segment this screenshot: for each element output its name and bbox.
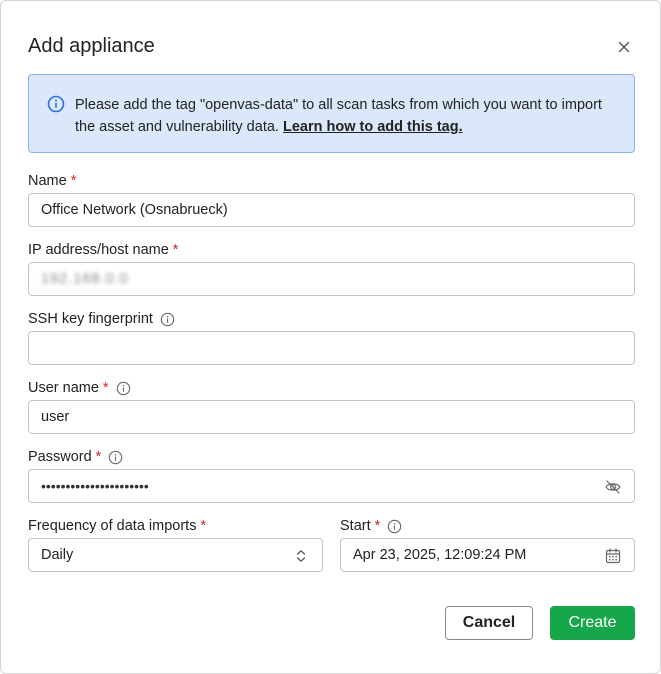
name-label-text: Name [28, 173, 67, 189]
info-outline-icon[interactable] [387, 519, 402, 534]
required-marker: * [70, 173, 77, 189]
ssh-fingerprint-input[interactable] [28, 331, 635, 365]
password-label-text: Password [28, 449, 92, 465]
info-notice-text: Please add the tag "openvas-data" to all… [75, 94, 615, 138]
create-button[interactable]: Create [550, 606, 635, 640]
info-outline-icon[interactable] [108, 450, 123, 465]
ssh-label-text: SSH key fingerprint [28, 311, 153, 327]
learn-more-link[interactable]: Learn how to add this tag. [283, 119, 463, 135]
frequency-select[interactable]: Daily [28, 538, 323, 572]
dialog-title: Add appliance [28, 35, 155, 57]
name-label: Name * [28, 173, 76, 189]
frequency-select-value: Daily [41, 547, 74, 563]
info-notice: Please add the tag "openvas-data" to all… [28, 74, 635, 153]
info-circle-icon [47, 95, 65, 113]
frequency-label-text: Frequency of data imports [28, 518, 197, 534]
chevron-up-down-icon [296, 550, 306, 562]
required-marker: * [172, 242, 179, 258]
user-name-input[interactable]: user [28, 400, 635, 434]
close-icon [618, 41, 630, 53]
name-input-value: Office Network (Osnabrueck) [41, 202, 228, 218]
close-button[interactable] [613, 36, 635, 58]
add-appliance-dialog: Add appliance Please add the tag "openva… [0, 0, 661, 674]
password-input-value: •••••••••••••••••••••• [41, 478, 149, 494]
eye-off-icon[interactable] [604, 478, 622, 496]
host-label: IP address/host name * [28, 242, 178, 258]
name-input[interactable]: Office Network (Osnabrueck) [28, 193, 635, 227]
user-input-value: user [41, 409, 70, 425]
info-outline-icon[interactable] [116, 381, 131, 396]
user-label-text: User name [28, 380, 99, 396]
start-label-text: Start [340, 518, 371, 534]
frequency-label: Frequency of data imports * [28, 518, 206, 534]
user-label: User name * [28, 380, 131, 396]
ssh-label: SSH key fingerprint [28, 311, 175, 327]
password-label: Password * [28, 449, 123, 465]
required-marker: * [200, 518, 207, 534]
calendar-icon[interactable] [604, 547, 622, 565]
password-input[interactable]: •••••••••••••••••••••• [28, 469, 635, 503]
host-input[interactable]: 192.168.0.0 [28, 262, 635, 296]
required-marker: * [102, 380, 109, 396]
start-datetime-input[interactable]: Apr 23, 2025, 12:09:24 PM [340, 538, 635, 572]
info-outline-icon[interactable] [160, 312, 175, 327]
host-input-value: 192.168.0.0 [41, 271, 129, 287]
start-label: Start * [340, 518, 402, 534]
host-label-text: IP address/host name [28, 242, 169, 258]
required-marker: * [95, 449, 102, 465]
required-marker: * [374, 518, 381, 534]
cancel-button[interactable]: Cancel [445, 606, 533, 640]
start-input-value: Apr 23, 2025, 12:09:24 PM [353, 547, 527, 563]
